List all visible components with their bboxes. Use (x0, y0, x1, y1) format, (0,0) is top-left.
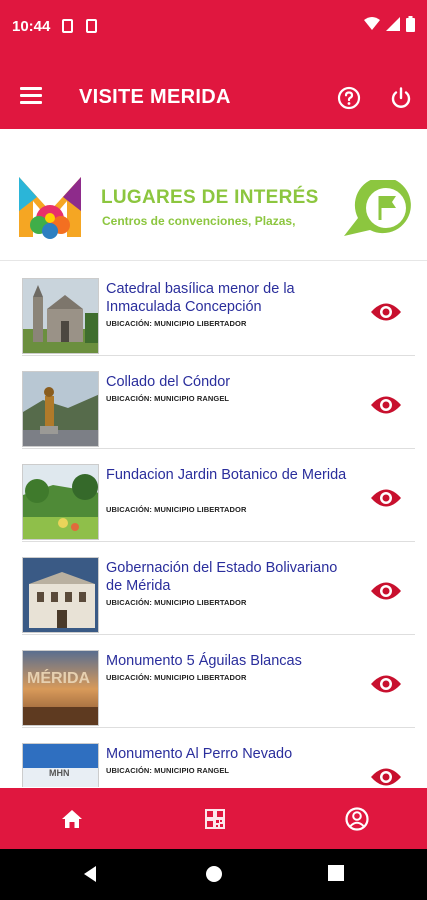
menu-button[interactable] (20, 87, 42, 107)
home-circle-icon[interactable] (205, 865, 223, 883)
list-item[interactable]: Gobernación del Estado Bolivariano de Mé… (0, 541, 427, 635)
system-navigation-bar (0, 849, 427, 900)
thumb-sign-letters: MHN (49, 768, 70, 778)
place-location: UBICACIÓN: MUNICIPIO LIBERTADOR (106, 505, 247, 514)
back-icon[interactable] (82, 865, 98, 883)
category-banner: LUGARES DE INTERÉS Centros de convencion… (0, 129, 427, 261)
place-name: Fundacion Jardin Botanico de Merida (106, 467, 347, 483)
menu-icon-line (20, 101, 42, 104)
status-time: 10:44 (12, 18, 51, 35)
places-list[interactable]: Catedral basílica menor de la Inmaculada… (0, 262, 427, 787)
list-item[interactable]: Collado del Cóndor UBICACIÓN: MUNICIPIO … (0, 355, 427, 449)
app-bar: VISITE MERIDA (0, 68, 427, 129)
battery-icon (406, 16, 415, 32)
view-eye-icon[interactable] (370, 487, 402, 509)
place-thumbnail: MÉRIDA (22, 650, 99, 726)
wifi-icon (364, 17, 380, 30)
menu-icon-line (20, 94, 42, 97)
view-eye-icon[interactable] (370, 301, 402, 323)
signal-icon (386, 17, 400, 31)
merida-logo (19, 177, 81, 239)
help-icon[interactable] (337, 86, 361, 110)
place-name: Catedral basílica menor de la Inmaculada… (106, 281, 295, 315)
status-icons (364, 16, 415, 32)
place-thumbnail (22, 371, 99, 447)
view-eye-icon[interactable] (370, 766, 402, 787)
place-thumbnail (22, 464, 99, 540)
category-subtitle: Centros de convenciones, Plazas, (102, 214, 296, 228)
place-location: UBICACIÓN: MUNICIPIO LIBERTADOR (106, 598, 247, 607)
view-eye-icon[interactable] (370, 394, 402, 416)
home-icon[interactable] (58, 805, 86, 833)
status-bar: 10:44 (0, 0, 427, 68)
list-item[interactable]: MÉRIDA Monumento 5 Águilas Blancas UBICA… (0, 634, 427, 728)
thumb-merida-letters: MÉRIDA (27, 668, 91, 687)
view-eye-icon[interactable] (370, 673, 402, 695)
app-title: VISITE MERIDA (79, 86, 231, 108)
place-thumbnail: MHN (22, 743, 99, 787)
place-name: Collado del Cóndor (106, 374, 231, 390)
view-eye-icon[interactable] (370, 580, 402, 602)
place-name: Monumento 5 Águilas Blancas (106, 653, 302, 669)
recents-icon[interactable] (328, 865, 344, 881)
power-icon[interactable] (389, 86, 413, 110)
sim-card-icon (62, 19, 73, 33)
place-location: UBICACIÓN: MUNICIPIO RANGEL (106, 766, 230, 775)
image-icon (86, 19, 97, 33)
list-item[interactable]: Catedral basílica menor de la Inmaculada… (0, 262, 427, 356)
menu-icon (20, 87, 42, 90)
place-name: Gobernación del Estado Bolivariano de Mé… (106, 560, 338, 594)
location-flag-icon (344, 180, 411, 236)
place-thumbnail (22, 557, 99, 633)
list-item[interactable]: MHN Monumento Al Perro Nevado UBICACIÓN:… (0, 727, 427, 787)
bottom-navigation (0, 788, 427, 849)
account-icon[interactable] (343, 805, 371, 833)
place-location: UBICACIÓN: MUNICIPIO LIBERTADOR (106, 673, 247, 682)
qr-code-icon[interactable] (201, 805, 229, 833)
category-title: LUGARES DE INTERÉS (101, 187, 319, 208)
place-name: Monumento Al Perro Nevado (106, 746, 293, 762)
place-location: UBICACIÓN: MUNICIPIO LIBERTADOR (106, 319, 247, 328)
list-item[interactable]: Fundacion Jardin Botanico de Merida UBIC… (0, 448, 427, 542)
place-thumbnail (22, 278, 99, 354)
place-location: UBICACIÓN: MUNICIPIO RANGEL (106, 394, 230, 403)
